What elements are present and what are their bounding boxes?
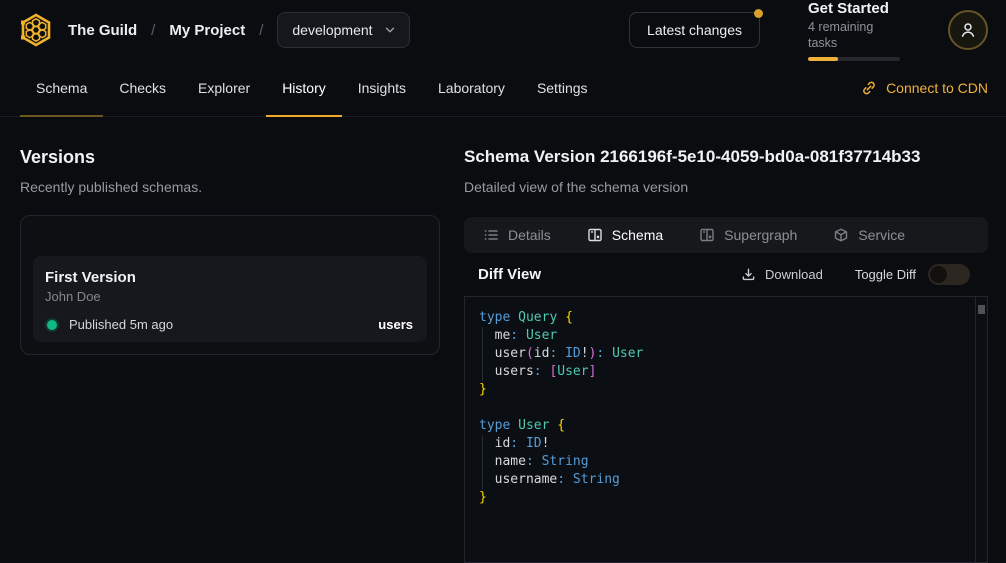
toggle-diff-switch[interactable] bbox=[928, 264, 970, 285]
versions-panel: Versions Recently published schemas. Fir… bbox=[20, 146, 440, 355]
nav-tab-history[interactable]: History bbox=[266, 60, 342, 116]
code-line: id: ID! bbox=[479, 435, 963, 453]
version-service-badge: users bbox=[378, 317, 413, 332]
published-status-icon bbox=[47, 320, 57, 330]
latest-changes-label: Latest changes bbox=[647, 22, 742, 38]
get-started-subtitle: 4 remaining tasks bbox=[808, 19, 900, 51]
versions-subtitle: Recently published schemas. bbox=[20, 178, 440, 196]
code-line: type Query { bbox=[479, 309, 963, 327]
schema-code-editor[interactable]: type Query {me: Useruser(id: ID!): Useru… bbox=[464, 296, 988, 563]
code-line: me: User bbox=[479, 327, 963, 345]
environment-select-value: development bbox=[292, 22, 372, 38]
breadcrumb-project[interactable]: My Project bbox=[169, 22, 245, 39]
code-line: users: [User] bbox=[479, 363, 963, 381]
nav-tab-checks[interactable]: Checks bbox=[103, 60, 182, 116]
list-icon bbox=[483, 227, 499, 243]
code-line: } bbox=[479, 489, 963, 507]
tab-details[interactable]: Details bbox=[483, 227, 551, 243]
download-label: Download bbox=[765, 267, 823, 282]
tab-schema[interactable]: Schema bbox=[587, 227, 663, 243]
app-header: The Guild / My Project / development Lat… bbox=[0, 0, 1006, 60]
code-line: user(id: ID!): User bbox=[479, 345, 963, 363]
breadcrumb-separator: / bbox=[151, 22, 155, 39]
tab-details-label: Details bbox=[508, 227, 551, 243]
diff-view-actions: Download Toggle Diff bbox=[741, 264, 988, 285]
schema-version-panel: Schema Version 2166196f-5e10-4059-bd0a-0… bbox=[464, 146, 988, 563]
guild-logo-icon[interactable] bbox=[16, 10, 56, 50]
breadcrumb: The Guild / My Project / bbox=[68, 22, 263, 39]
diff-view-title: Diff View bbox=[478, 266, 541, 283]
code-line: type User { bbox=[479, 417, 963, 435]
nav-spacer bbox=[604, 60, 862, 116]
columns-icon bbox=[587, 227, 603, 243]
download-button[interactable]: Download bbox=[741, 267, 823, 282]
columns-icon bbox=[699, 227, 715, 243]
nav-tab-laboratory[interactable]: Laboratory bbox=[422, 60, 521, 116]
connect-to-cdn-label: Connect to CDN bbox=[886, 80, 988, 96]
schema-version-title: Schema Version 2166196f-5e10-4059-bd0a-0… bbox=[464, 146, 988, 168]
version-status: Published 5m ago bbox=[69, 317, 173, 332]
notification-dot bbox=[754, 9, 763, 18]
toggle-diff-label: Toggle Diff bbox=[855, 267, 916, 282]
tab-supergraph[interactable]: Supergraph bbox=[699, 227, 797, 243]
code-line: username: String bbox=[479, 471, 963, 489]
get-started-title: Get Started bbox=[808, 0, 900, 18]
tab-service[interactable]: Service bbox=[833, 227, 905, 243]
schema-sdl-code: type Query {me: Useruser(id: ID!): Useru… bbox=[465, 297, 987, 507]
scrollbar-thumb[interactable] bbox=[978, 305, 985, 314]
breadcrumb-org[interactable]: The Guild bbox=[68, 22, 137, 39]
latest-changes-button[interactable]: Latest changes bbox=[629, 12, 760, 48]
connect-to-cdn-link[interactable]: Connect to CDN bbox=[861, 60, 988, 116]
version-author: John Doe bbox=[45, 289, 413, 305]
detail-tabs: Details Schema S bbox=[464, 217, 988, 253]
versions-title: Versions bbox=[20, 146, 440, 168]
user-icon bbox=[959, 21, 977, 39]
primary-nav: Schema Checks Explorer History Insights … bbox=[0, 60, 1006, 117]
get-started-widget[interactable]: Get Started 4 remaining tasks bbox=[808, 0, 900, 61]
nav-tab-explorer[interactable]: Explorer bbox=[182, 60, 266, 116]
environment-select[interactable]: development bbox=[277, 12, 409, 48]
chevron-down-icon bbox=[383, 23, 397, 37]
versions-list-card: First Version John Doe Published 5m ago … bbox=[20, 215, 440, 355]
user-avatar[interactable] bbox=[948, 10, 988, 50]
scrollbar-track-border bbox=[975, 297, 976, 562]
version-title: First Version bbox=[45, 269, 413, 287]
schema-version-subtitle: Detailed view of the schema version bbox=[464, 178, 988, 196]
version-list-item[interactable]: First Version John Doe Published 5m ago … bbox=[33, 256, 427, 342]
code-line: name: String bbox=[479, 453, 963, 471]
link-icon bbox=[861, 80, 877, 96]
nav-tab-settings[interactable]: Settings bbox=[521, 60, 604, 116]
nav-tab-schema[interactable]: Schema bbox=[20, 60, 103, 116]
code-line bbox=[479, 399, 963, 417]
cube-icon bbox=[833, 227, 849, 243]
tab-schema-label: Schema bbox=[612, 227, 663, 243]
toggle-knob bbox=[930, 266, 947, 283]
diff-view-toolbar: Diff View Download Toggle Diff bbox=[464, 253, 988, 296]
tab-service-label: Service bbox=[858, 227, 905, 243]
code-line: } bbox=[479, 381, 963, 399]
download-icon bbox=[741, 267, 756, 282]
version-status-row: Published 5m ago users bbox=[45, 317, 413, 332]
nav-tab-insights[interactable]: Insights bbox=[342, 60, 422, 116]
tab-supergraph-label: Supergraph bbox=[724, 227, 797, 243]
breadcrumb-separator: / bbox=[259, 22, 263, 39]
